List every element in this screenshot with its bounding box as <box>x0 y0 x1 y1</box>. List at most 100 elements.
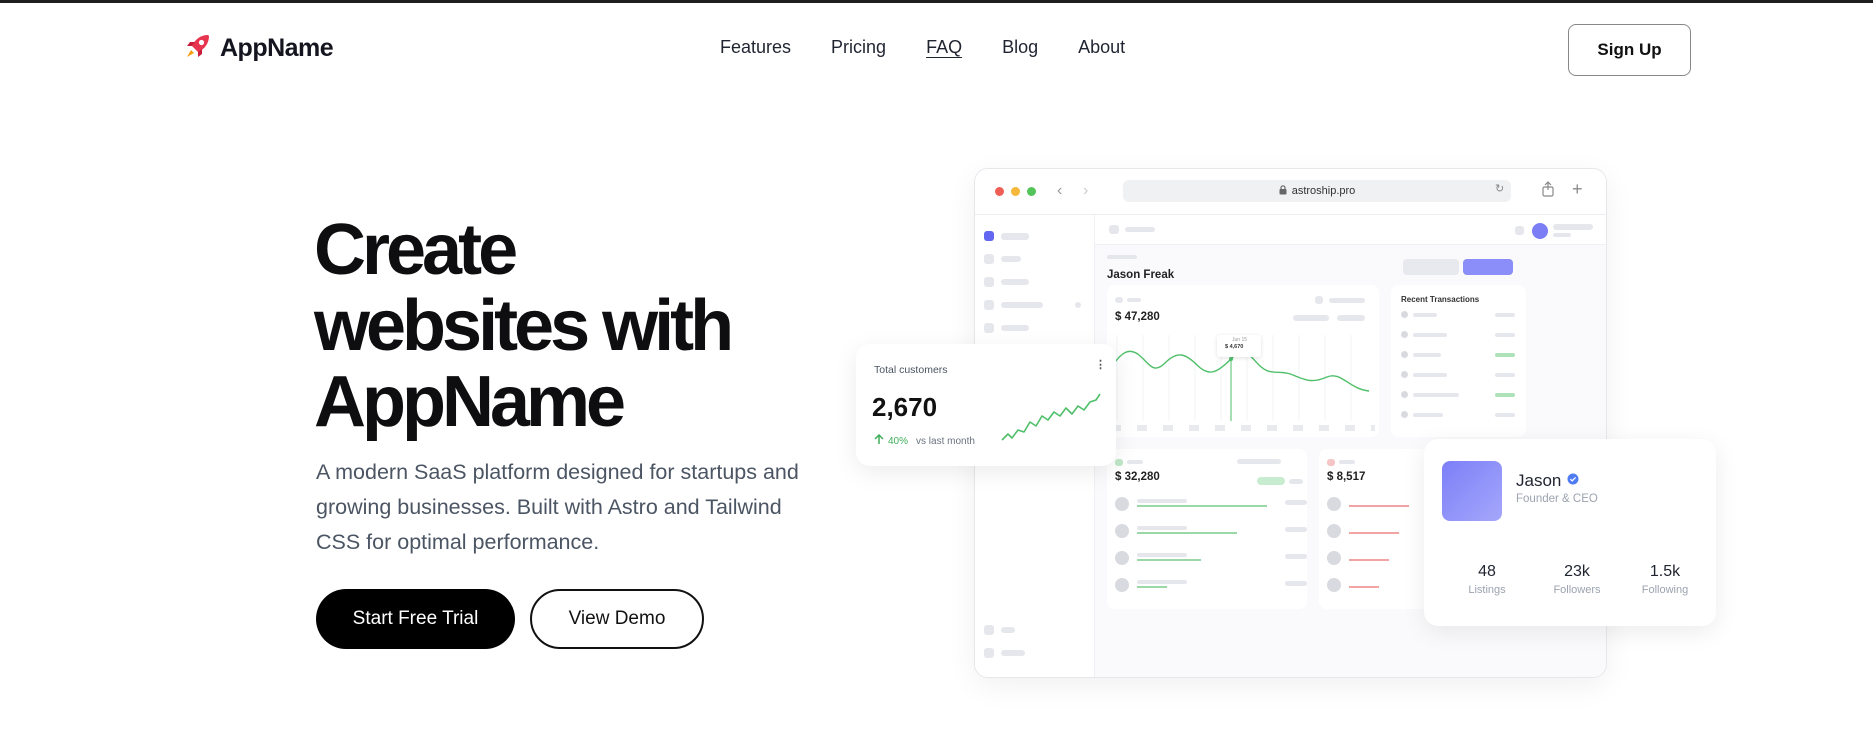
hero-title-line-3: AppName <box>314 362 626 442</box>
profile-name-row: Jason <box>1516 471 1579 491</box>
sidebar-item <box>1001 627 1015 633</box>
main-nav: Features Pricing FAQ Blog About <box>720 37 1125 58</box>
window-close-dot <box>995 187 1004 196</box>
sidebar-item <box>1001 256 1021 262</box>
profile-name: Jason <box>1516 471 1562 490</box>
hero-title-line-1: Create <box>314 210 518 290</box>
stat-label: Followers <box>1553 584 1601 596</box>
nav-pricing[interactable]: Pricing <box>831 37 886 58</box>
card-legend <box>1289 479 1303 484</box>
stat-label: Listings <box>1468 584 1506 596</box>
breadcrumb <box>1107 255 1137 259</box>
sales-amount: $ 32,280 <box>1115 471 1160 483</box>
profile-stat-listings: 48 Listings <box>1442 563 1532 596</box>
top-border <box>0 0 1873 3</box>
revenue-card: $ 47,280 Jun 15 $ 4,670 <box>1107 285 1379 437</box>
lock-icon <box>1279 184 1287 198</box>
notification-icon <box>1515 226 1524 235</box>
sidebar-item-icon <box>984 277 994 287</box>
window-minimize-dot <box>1011 187 1020 196</box>
customers-sparkline <box>1001 393 1101 441</box>
stat-value: 1.5k <box>1649 563 1681 580</box>
user-name <box>1553 224 1593 230</box>
recent-transactions-card: Recent Transactions <box>1391 285 1526 437</box>
card-icon <box>1327 459 1335 466</box>
start-free-trial-button[interactable]: Start Free Trial <box>316 589 515 649</box>
total-customers-label: Total customers <box>874 364 948 376</box>
arrow-up-icon <box>874 432 884 450</box>
menu-icon <box>1109 225 1119 234</box>
sidebar-item <box>1001 279 1029 285</box>
hero-title-line-2: websites with <box>314 286 734 366</box>
profile-stat-followers: 23k Followers <box>1532 563 1622 596</box>
sidebar-item-icon <box>984 323 994 333</box>
card-label <box>1127 298 1141 302</box>
secondary-action-button <box>1403 259 1459 275</box>
more-icon[interactable]: ⋮ <box>1095 358 1106 371</box>
rocket-icon <box>184 32 212 65</box>
profile-card: Jason Founder & CEO 48 Listings 23k Foll… <box>1424 439 1716 626</box>
customers-change: 40% vs last month <box>874 432 975 450</box>
sales-list <box>1115 497 1307 597</box>
chevron-right-icon: › <box>1083 182 1089 199</box>
window-maximize-dot <box>1027 187 1036 196</box>
card-legend <box>1293 315 1329 321</box>
browser-toolbar: ‹ › astroship.pro ↻ + <box>975 169 1606 215</box>
card-icon <box>1115 459 1123 466</box>
user-role <box>1553 233 1571 237</box>
chevron-left-icon: ‹ <box>1057 182 1063 199</box>
topbar-title <box>1125 227 1155 232</box>
card-filter <box>1237 459 1281 464</box>
card-legend <box>1337 315 1365 321</box>
customers-change-note: vs last month <box>916 435 975 447</box>
primary-action-button <box>1463 259 1513 275</box>
reload-icon: ↻ <box>1495 183 1505 195</box>
hero-subtitle: A modern SaaS platform designed for star… <box>316 460 799 554</box>
url-text: astroship.pro <box>1291 185 1356 197</box>
sidebar-item-icon <box>984 648 994 658</box>
card-label <box>1339 460 1355 464</box>
nav-features[interactable]: Features <box>720 37 791 58</box>
sidebar-item-icon <box>984 625 994 635</box>
sidebar-item <box>1001 233 1029 240</box>
nav-about[interactable]: About <box>1078 37 1125 58</box>
avatar <box>1532 223 1548 239</box>
transaction-list <box>1401 311 1516 421</box>
profile-role: Founder & CEO <box>1516 493 1598 505</box>
sidebar-item-icon <box>984 254 994 264</box>
stat-value: 23k <box>1564 563 1590 580</box>
total-customers-value: 2,670 <box>872 392 938 422</box>
sidebar-item-icon <box>984 300 994 310</box>
revenue-amount: $ 47,280 <box>1115 311 1160 323</box>
plus-icon: + <box>1572 179 1583 199</box>
app-name: AppName <box>220 34 334 62</box>
sidebar-item <box>1001 650 1025 656</box>
chart-tooltip: Jun 15 $ 4,670 <box>1217 335 1261 357</box>
nav-blog[interactable]: Blog <box>1002 37 1038 58</box>
sales-badge <box>1257 477 1285 485</box>
sidebar-item-badge <box>1075 302 1081 308</box>
total-customers-card: Total customers ⋮ 2,670 40% vs last mont… <box>856 344 1116 466</box>
verified-icon <box>1567 472 1579 490</box>
tooltip-date: Jun 15 <box>1232 337 1248 343</box>
card-label <box>1127 460 1143 464</box>
tooltip-value: $ 4,670 <box>1225 344 1244 350</box>
url-bar: astroship.pro <box>1123 180 1511 202</box>
card-toggle <box>1315 296 1323 304</box>
logo[interactable]: AppName <box>184 32 334 65</box>
stat-label: Following <box>1641 584 1689 596</box>
nav-faq[interactable]: FAQ <box>926 37 962 58</box>
card-filter <box>1329 298 1365 303</box>
recent-transactions-title: Recent Transactions <box>1401 295 1480 304</box>
sign-up-button[interactable]: Sign Up <box>1568 24 1691 76</box>
customers-change-percent: 40% <box>888 435 909 447</box>
expenses-amount: $ 8,517 <box>1327 471 1366 483</box>
sidebar-active-icon <box>984 231 994 241</box>
stat-value: 48 <box>1478 563 1496 580</box>
sidebar-item <box>1001 325 1029 331</box>
sidebar-item <box>1001 302 1043 308</box>
sales-card: $ 32,280 <box>1107 449 1307 609</box>
card-icon <box>1115 297 1123 303</box>
view-demo-button[interactable]: View Demo <box>530 589 704 649</box>
profile-stat-following: 1.5k Following <box>1620 563 1710 596</box>
